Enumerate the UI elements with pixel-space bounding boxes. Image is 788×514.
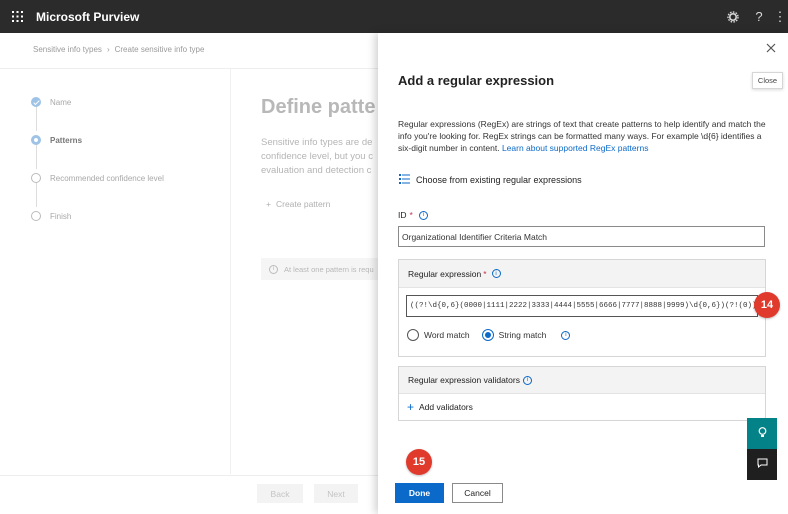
validation-message: i At least one pattern is requ <box>261 258 381 280</box>
panel-title: Add a regular expression <box>398 73 555 88</box>
step-callout-badge: 14 <box>754 292 780 318</box>
id-field[interactable]: Organizational Identifier Criteria Match <box>398 226 765 247</box>
step-callout-badge: 15 <box>406 449 432 475</box>
step-confidence[interactable]: Recommended confidence level <box>31 173 164 183</box>
step-finish[interactable]: Finish <box>31 211 71 221</box>
step-label: Name <box>50 97 72 107</box>
info-icon[interactable]: i <box>522 375 532 385</box>
id-label: ID * i <box>398 210 428 220</box>
string-match-label: String match <box>498 330 547 340</box>
info-icon[interactable]: i <box>561 330 571 340</box>
string-match-radio[interactable] <box>481 329 494 341</box>
validators-label: Regular expression validators <box>408 375 520 385</box>
back-button[interactable]: Back <box>257 484 303 503</box>
validation-text: At least one pattern is requ <box>284 264 374 274</box>
word-match-option[interactable]: Word match <box>407 329 470 341</box>
breadcrumb-separator: › <box>106 45 110 54</box>
breadcrumb: Sensitive info types › Create sensitive … <box>33 45 204 54</box>
help-assistant-button[interactable] <box>747 418 777 449</box>
step-complete-icon <box>31 97 41 107</box>
step-label: Patterns <box>50 135 83 145</box>
app-title[interactable]: Microsoft Purview <box>36 10 139 24</box>
create-pattern-button[interactable]: + Create pattern <box>266 199 330 209</box>
divider <box>230 69 231 474</box>
choose-existing-regex-button[interactable]: Choose from existing regular expressions <box>399 174 582 186</box>
regex-help-link[interactable]: Learn about supported RegEx patterns <box>502 143 649 153</box>
app-launcher-icon[interactable] <box>0 0 34 33</box>
step-current-icon <box>31 135 41 145</box>
step-label: Recommended confidence level <box>50 173 164 183</box>
plus-icon: + <box>266 199 271 209</box>
regex-section-header: Regular expression * i <box>399 260 765 288</box>
breadcrumb-item[interactable]: Sensitive info types <box>33 45 102 54</box>
chat-icon <box>757 458 768 471</box>
regex-input[interactable]: ((?!\d{0,6}(0000|1111|2222|3333|4444|555… <box>406 295 758 317</box>
more-options-icon[interactable]: ⋮ <box>772 0 788 33</box>
step-connector <box>36 179 37 207</box>
regex-label: Regular expression <box>408 268 482 279</box>
done-button[interactable]: Done <box>395 483 444 503</box>
feedback-button[interactable] <box>747 449 777 480</box>
word-match-label: Word match <box>424 330 470 340</box>
step-label: Finish <box>50 211 72 221</box>
choose-existing-label: Choose from existing regular expressions <box>416 175 582 185</box>
description-line: Sensitive info types are de <box>261 137 373 148</box>
step-connector <box>36 141 37 169</box>
add-validators-label: Add validators <box>419 402 473 412</box>
word-match-radio[interactable] <box>407 329 419 341</box>
add-validators-button[interactable]: + Add validators <box>407 400 473 414</box>
validators-section: Regular expression validators i + Add va… <box>398 366 766 421</box>
page-title: Define patte <box>261 96 376 118</box>
help-icon[interactable]: ? <box>746 0 772 33</box>
close-tooltip: Close <box>752 72 783 89</box>
plus-icon: + <box>407 400 415 414</box>
lightbulb-icon <box>758 426 767 441</box>
list-icon <box>399 174 410 186</box>
close-icon[interactable] <box>763 40 779 56</box>
step-connector <box>36 103 37 131</box>
cancel-button[interactable]: Cancel <box>452 483 503 503</box>
required-marker: * <box>483 268 487 279</box>
regex-section: Regular expression * i ((?!\d{0,6}(0000|1… <box>398 259 766 357</box>
next-button[interactable]: Next <box>314 484 358 503</box>
step-name[interactable]: Name <box>31 97 71 107</box>
add-regex-panel: Close Add a regular expression Regular e… <box>378 33 788 514</box>
match-type-group: Word match String match i <box>407 329 571 341</box>
page-description: Sensitive info types are de confidence l… <box>261 136 381 178</box>
description-line: confidence level, but you c <box>261 151 373 162</box>
info-icon: i <box>269 264 278 274</box>
string-match-option[interactable]: String match <box>481 329 547 341</box>
breadcrumb-item[interactable]: Create sensitive info type <box>115 45 205 54</box>
step-pending-icon <box>31 211 41 221</box>
id-label-text: ID <box>398 210 407 220</box>
app-header: Microsoft Purview ? ⋮ <box>0 0 788 33</box>
step-patterns[interactable]: Patterns <box>31 135 82 145</box>
required-marker: * <box>409 210 413 220</box>
validators-header: Regular expression validators i <box>399 367 765 394</box>
panel-description: Regular expressions (RegEx) are strings … <box>398 118 770 154</box>
gear-icon[interactable] <box>720 0 746 33</box>
info-icon[interactable]: i <box>418 210 428 220</box>
info-icon[interactable]: i <box>491 269 501 278</box>
step-pending-icon <box>31 173 41 183</box>
create-pattern-label: Create pattern <box>275 199 331 209</box>
description-line: evaluation and detection c <box>261 165 372 176</box>
